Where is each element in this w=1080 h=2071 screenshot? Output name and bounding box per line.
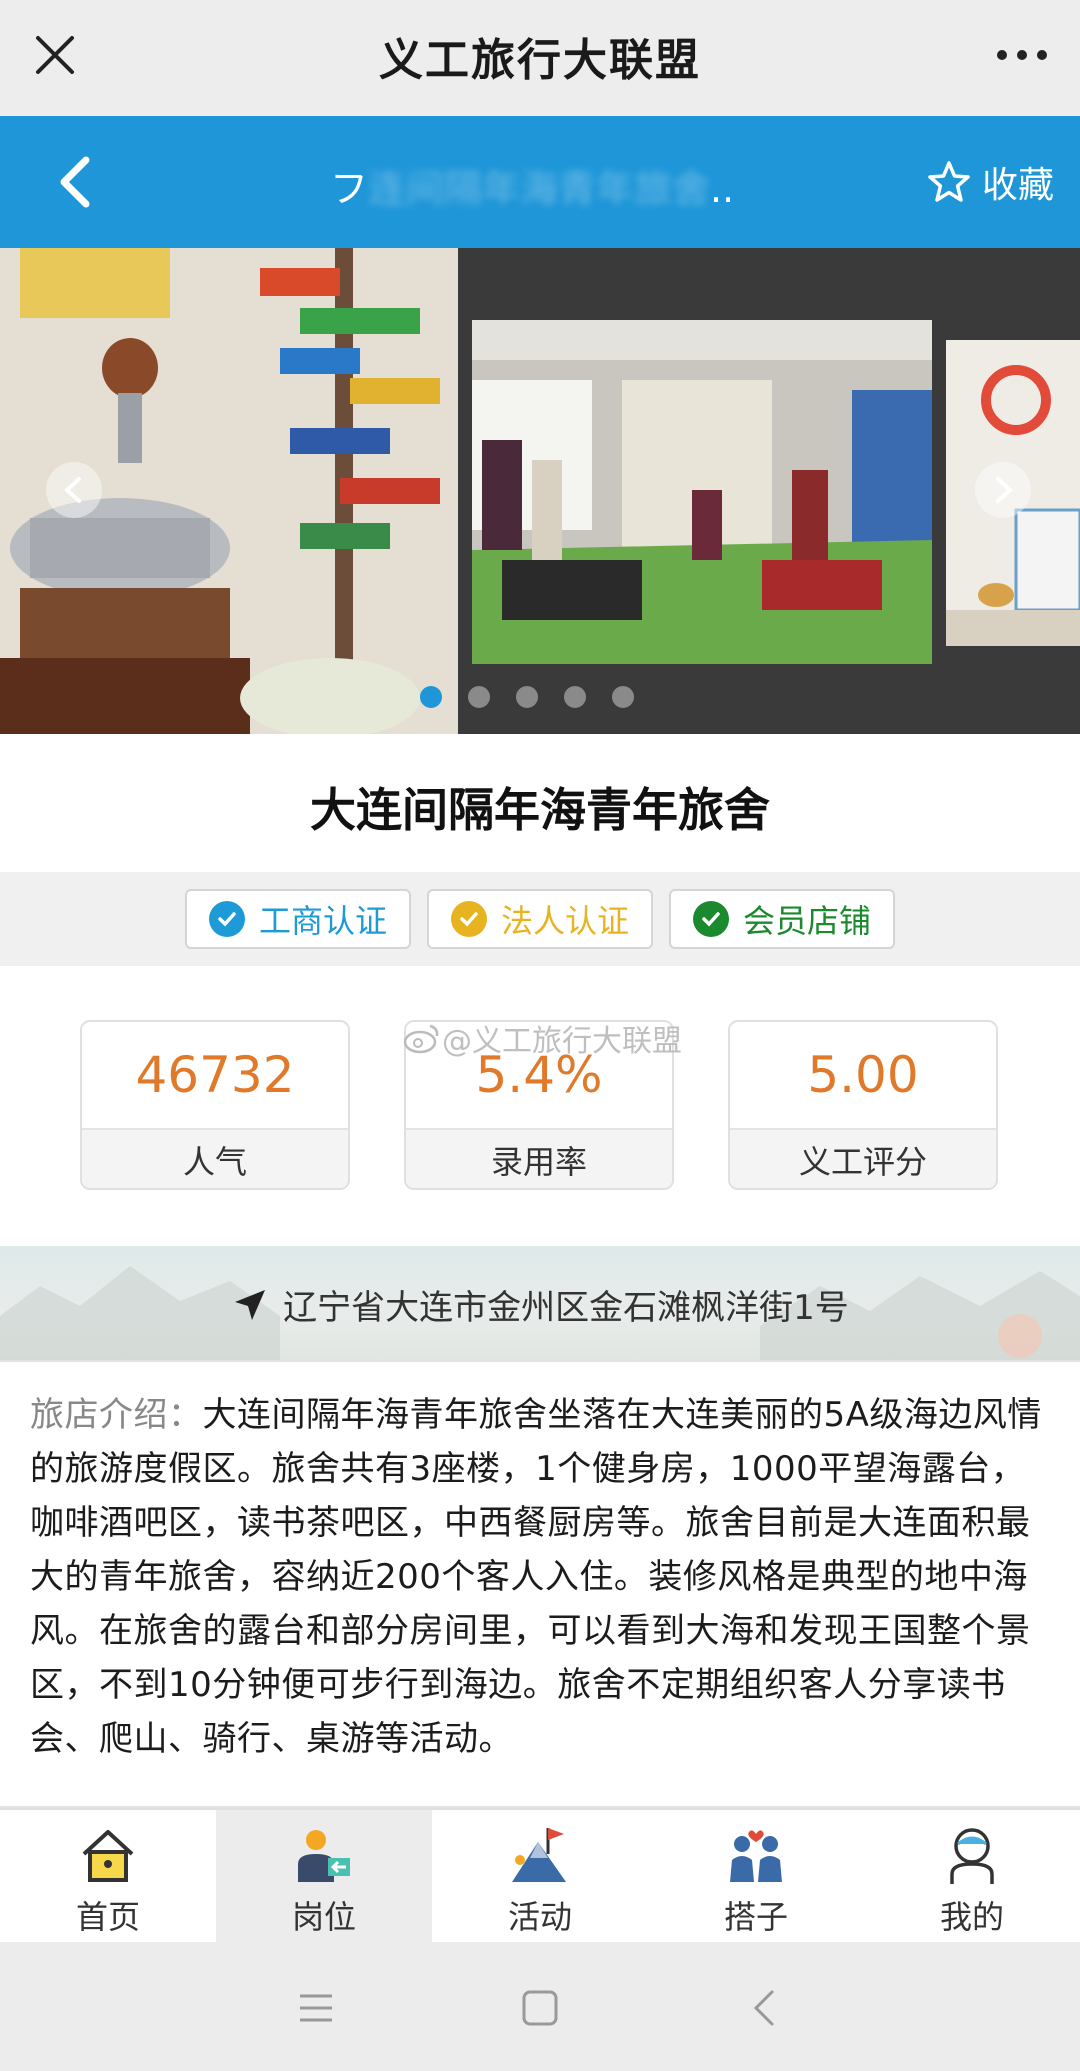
tab-home[interactable]: 首页: [0, 1810, 216, 1942]
tab-label: 活动: [507, 1898, 572, 1936]
address-text: 辽宁省大连市金州区金石滩枫洋街1号: [283, 1288, 849, 1328]
home-square-icon[interactable]: [518, 1986, 562, 2030]
badge-label: 会员店铺: [743, 902, 872, 940]
job-icon: [298, 1830, 350, 1882]
weibo-watermark: @义工旅行大联盟: [402, 1016, 682, 1060]
certification-badges: 工商认证 法人认证 会员店铺: [0, 872, 1080, 966]
carousel-dot[interactable]: [516, 686, 538, 708]
address-row: 辽宁省大连市金州区金石滩枫洋街1号: [0, 1280, 1080, 1329]
weibo-icon: [403, 1024, 439, 1054]
stat-label: 义工评分: [730, 1128, 996, 1188]
badge-label: 法人认证: [500, 902, 629, 940]
hostel-introduction: 旅店介绍：大连间隔年海青年旅舍坐落在大连美丽的5A级海边风情的旅游度假区。旅舍共…: [0, 1360, 1080, 1808]
stat-popularity: 46732 人气: [80, 1020, 350, 1190]
check-circle-icon: [450, 901, 487, 937]
carousel-prev-button[interactable]: [46, 462, 102, 518]
badge-member-store: 会员店铺: [669, 889, 896, 949]
carousel-next-button[interactable]: [975, 462, 1031, 518]
carousel-indicator: [420, 686, 634, 708]
carousel-dot[interactable]: [612, 686, 634, 708]
page-title-ellipsis: ...: [710, 167, 730, 211]
page-header: フ连间隔年海青年旅舍... 收藏: [0, 116, 1080, 248]
mountain-flag-icon: [512, 1828, 566, 1882]
photo-carousel[interactable]: [0, 248, 1080, 734]
tab-label: 搭子: [723, 1898, 788, 1936]
stat-label: 录用率: [406, 1128, 672, 1188]
hostel-name: 大连间隔年海青年旅舍: [310, 783, 770, 837]
location-arrow-icon: [235, 1289, 266, 1320]
stat-volunteer-rating: 5.00 义工评分: [728, 1020, 998, 1190]
bottom-tab-bar: 首页 岗位 活动 搭子 我的: [0, 1808, 1080, 1942]
tab-activities[interactable]: 活动: [432, 1810, 648, 1942]
address-bar[interactable]: 辽宁省大连市金州区金石滩枫洋街1号: [0, 1246, 1080, 1360]
badge-business-cert: 工商认证: [184, 889, 411, 949]
tab-label: 我的: [939, 1898, 1004, 1936]
profile-icon: [950, 1828, 994, 1884]
page-title: フ连间隔年海青年旅舍...: [330, 158, 730, 213]
carousel-dot[interactable]: [564, 686, 586, 708]
home-icon: [82, 1830, 134, 1882]
menu-icon[interactable]: [294, 1986, 338, 2030]
star-icon: [928, 161, 970, 202]
intro-body: 大连间隔年海青年旅舍坐落在大连美丽的5A级海边风情的旅游度假区。旅舍共有3座楼，…: [30, 1395, 1042, 1759]
stat-value: 5.00: [807, 1046, 919, 1104]
more-icon[interactable]: [992, 30, 1052, 80]
watermark-text: @义工旅行大联盟: [442, 1024, 682, 1059]
page-title-prefix: フ: [330, 167, 369, 211]
tab-label: 岗位: [291, 1898, 356, 1936]
tab-partners[interactable]: 搭子: [648, 1810, 864, 1942]
page-title-blurred: 连间隔年海青年旅舍: [368, 167, 711, 211]
hostel-name-section: 大连间隔年海青年旅舍: [0, 734, 1080, 872]
chevron-left-icon: [64, 477, 81, 503]
chevron-right-icon: [996, 477, 1013, 503]
favorite-button[interactable]: 收藏: [926, 156, 1054, 208]
stat-value: 46732: [135, 1046, 295, 1104]
check-circle-icon: [208, 901, 245, 937]
tab-mine[interactable]: 我的: [864, 1810, 1080, 1942]
partners-icon: [730, 1830, 782, 1882]
tab-jobs[interactable]: 岗位: [216, 1810, 432, 1942]
tab-label: 首页: [75, 1898, 140, 1936]
badge-label: 工商认证: [258, 902, 387, 940]
wechat-title: 义工旅行大联盟: [379, 35, 701, 86]
carousel-dot[interactable]: [468, 686, 490, 708]
intro-lead: 旅店介绍：: [30, 1395, 203, 1435]
badge-legal-person-cert: 法人认证: [426, 889, 653, 949]
photo-gym-room: [472, 320, 932, 664]
wechat-title-bar: 义工旅行大联盟: [0, 0, 1080, 116]
carousel-dot[interactable]: [420, 686, 442, 708]
stat-label: 人气: [82, 1128, 348, 1188]
stats-section: 46732 人气 5.4% 录用率 5.00 义工评分 @义工旅行大联盟: [0, 966, 1080, 1246]
system-nav-bar: [0, 1942, 1080, 2071]
back-arrow-icon[interactable]: [52, 154, 102, 210]
back-icon[interactable]: [744, 1986, 788, 2030]
favorite-label: 收藏: [981, 165, 1054, 206]
check-circle-icon: [693, 901, 729, 937]
